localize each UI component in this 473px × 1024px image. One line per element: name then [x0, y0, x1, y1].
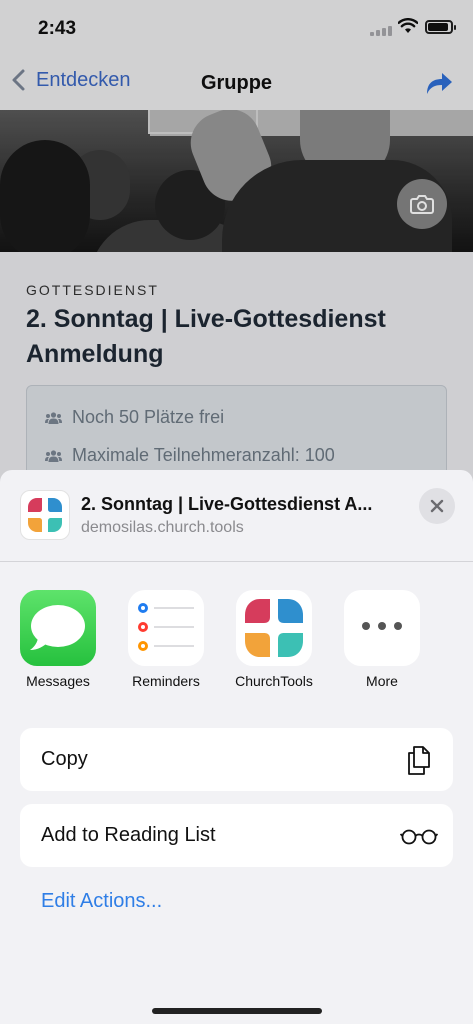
- add-to-reading-list-action[interactable]: Add to Reading List: [20, 804, 453, 867]
- churchtools-logo-icon: [20, 490, 70, 540]
- share-sheet-header: 2. Sonntag | Live-Gottesdienst A... demo…: [0, 470, 473, 562]
- share-app-churchtools[interactable]: ChurchTools: [229, 590, 319, 689]
- app-label: Messages: [26, 673, 90, 689]
- share-app-reminders[interactable]: Reminders: [121, 590, 211, 689]
- app-label: ChurchTools: [235, 673, 313, 689]
- app-label: More: [366, 673, 398, 689]
- share-app-row: Messages Reminders ChurchTools More: [0, 590, 473, 700]
- messages-icon: [20, 590, 96, 666]
- share-sheet: 2. Sonntag | Live-Gottesdienst A... demo…: [0, 470, 473, 1024]
- reminders-icon: [128, 590, 204, 666]
- close-icon: [430, 499, 444, 513]
- edit-actions-link[interactable]: Edit Actions...: [41, 890, 162, 913]
- share-app-messages[interactable]: Messages: [13, 590, 103, 689]
- copy-action[interactable]: Copy: [20, 728, 453, 791]
- share-item-title: 2. Sonntag | Live-Gottesdienst A...: [81, 494, 373, 514]
- churchtools-icon: [236, 590, 312, 666]
- share-item-url: demosilas.church.tools: [81, 519, 244, 536]
- action-label: Copy: [41, 748, 88, 770]
- more-icon: [344, 590, 420, 666]
- home-indicator[interactable]: [152, 1008, 322, 1014]
- close-button[interactable]: [419, 488, 455, 524]
- share-app-more[interactable]: More: [337, 590, 427, 689]
- app-label: Reminders: [132, 673, 200, 689]
- glasses-icon: [400, 829, 438, 845]
- action-label: Add to Reading List: [41, 824, 216, 846]
- copy-icon: [408, 746, 430, 775]
